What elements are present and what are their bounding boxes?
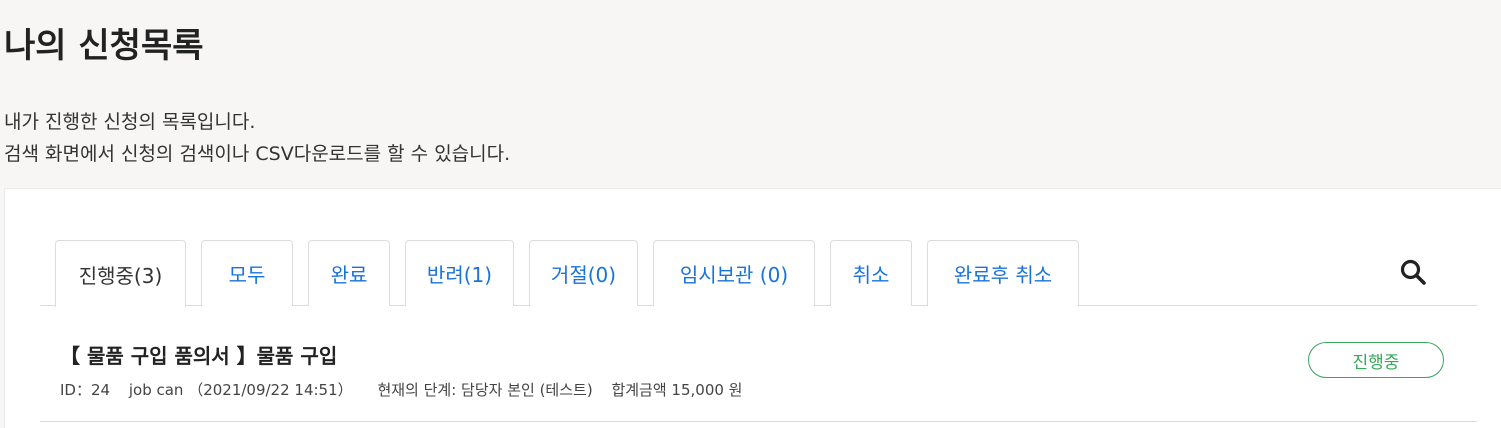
list-item[interactable]: 【 물품 구입 품의서 】물품 구입 ID：24 job can （2021/0…	[40, 306, 1477, 422]
status-tabs: 진행중(3) 모두 완료 반려(1) 거절(0) 임시보관 (0) 취소 완료후…	[40, 240, 1477, 307]
page-title: 나의 신청목록	[4, 26, 204, 66]
request-title[interactable]: 【 물품 구입 품의서 】물품 구입	[60, 340, 337, 369]
search-button[interactable]	[1399, 258, 1429, 288]
tab-in-progress[interactable]: 진행중(3)	[55, 240, 186, 307]
request-applicant: job can （2021/09/22 14:51）	[128, 381, 353, 399]
tab-rejected[interactable]: 거절(0)	[529, 240, 638, 306]
tab-completed[interactable]: 완료	[308, 240, 390, 306]
request-list-card: 진행중(3) 모두 완료 반려(1) 거절(0) 임시보관 (0) 취소 완료후…	[4, 188, 1501, 428]
tab-returned[interactable]: 반려(1)	[405, 240, 514, 306]
status-badge: 진행중	[1308, 342, 1444, 378]
tab-cancelled[interactable]: 취소	[830, 240, 912, 306]
search-icon	[1400, 259, 1426, 285]
page-description: 내가 진행한 신청의 목록입니다. 검색 화면에서 신청의 검색이나 CSV다운…	[4, 106, 510, 170]
request-meta: ID：24 job can （2021/09/22 14:51） 현재의 단계:…	[60, 379, 756, 400]
tab-cancelled-after-completion[interactable]: 완료후 취소	[927, 240, 1079, 306]
description-line-2: 검색 화면에서 신청의 검색이나 CSV다운로드를 할 수 있습니다.	[4, 143, 511, 165]
request-id: ID：24	[60, 381, 111, 399]
tab-draft[interactable]: 임시보관 (0)	[653, 240, 815, 306]
request-stage: 현재의 단계: 담당자 본인 (테스트)	[377, 381, 593, 399]
request-total: 합계금액 15,000 원	[611, 381, 743, 399]
tab-all[interactable]: 모두	[201, 240, 293, 306]
description-line-1: 내가 진행한 신청의 목록입니다.	[4, 111, 256, 133]
